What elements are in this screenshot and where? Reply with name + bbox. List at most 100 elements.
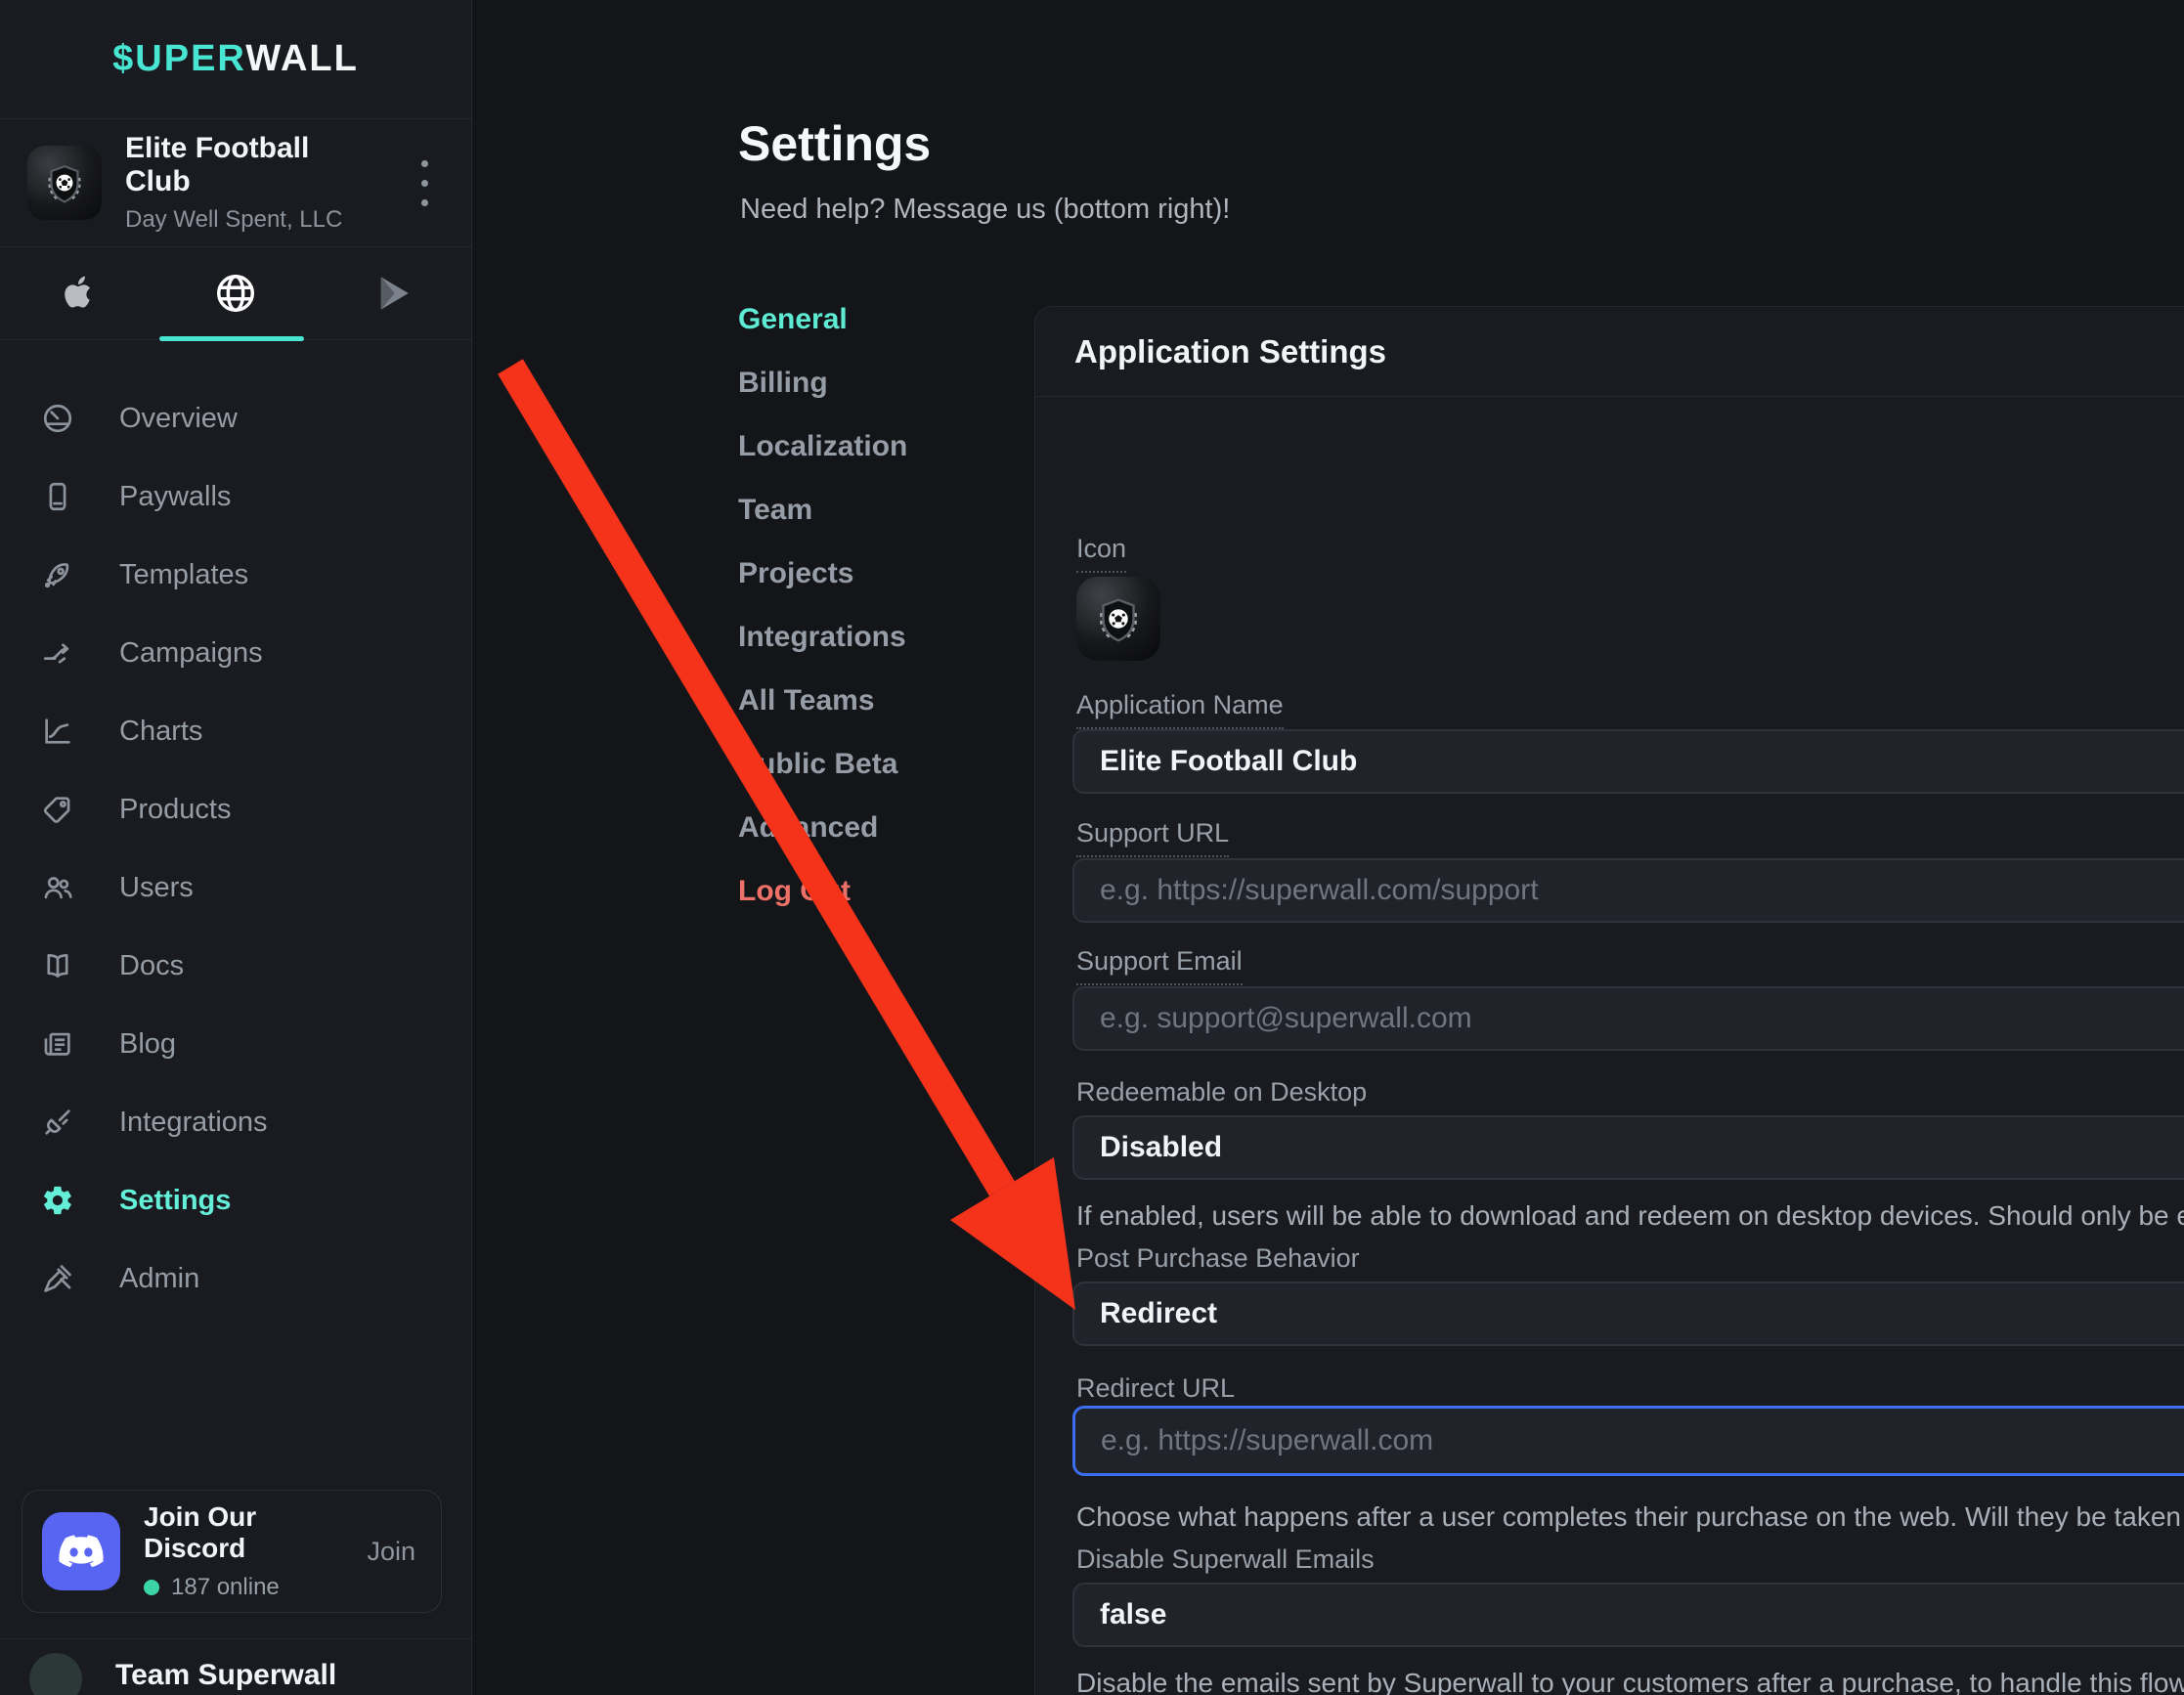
subnav-general[interactable]: General xyxy=(738,303,907,367)
sidebar-item-overview[interactable]: Overview xyxy=(0,379,471,457)
redeemable-on-desktop-select[interactable]: Disabled xyxy=(1072,1115,2184,1180)
online-dot-icon xyxy=(144,1580,159,1595)
phone-icon xyxy=(39,478,76,515)
sidebar-item-blog[interactable]: Blog xyxy=(0,1005,471,1083)
workspace-switcher[interactable]: Elite Football Club Day Well Spent, LLC xyxy=(0,119,471,247)
team-avatar xyxy=(29,1653,82,1695)
sidebar-item-label: Templates xyxy=(119,559,248,591)
plug-icon xyxy=(39,1104,76,1141)
sidebar-item-templates[interactable]: Templates xyxy=(0,536,471,614)
support-url-label: Support URL xyxy=(1076,818,1229,857)
disable-emails-helper-text: Disable the emails sent by Superwall to … xyxy=(1076,1668,2184,1695)
sidebar-item-docs[interactable]: Docs xyxy=(0,927,471,1005)
sidebar-spacer xyxy=(0,1318,471,1490)
rocket-icon xyxy=(39,556,76,593)
logo-area: $UPERWALL xyxy=(0,0,471,119)
sidebar-item-label: Overview xyxy=(119,403,238,435)
tag-icon xyxy=(39,791,76,828)
subnav-projects[interactable]: Projects xyxy=(738,557,907,621)
subnav-public-beta[interactable]: Public Beta xyxy=(738,748,907,811)
redeemable-on-desktop-label: Redeemable on Desktop xyxy=(1076,1077,1367,1108)
discord-banner[interactable]: Join Our Discord 187 online Join xyxy=(22,1490,442,1613)
page-title: Settings xyxy=(738,115,931,172)
redirect-url-helper-text: Choose what happens after a user complet… xyxy=(1076,1501,2184,1533)
discord-logo-icon xyxy=(58,1534,105,1569)
football-club-emblem-icon xyxy=(1088,588,1149,649)
google-play-icon xyxy=(372,273,414,314)
online-count: 187 online xyxy=(171,1574,280,1601)
sidebar-item-charts[interactable]: Charts xyxy=(0,692,471,770)
apple-icon xyxy=(57,272,100,315)
application-name-label: Application Name xyxy=(1076,690,1284,729)
tab-android[interactable] xyxy=(314,247,471,339)
redeemable-helper-text: If enabled, users will be able to downlo… xyxy=(1076,1200,2184,1232)
sidebar-item-label: Paywalls xyxy=(119,481,231,513)
sidebar-item-label: Campaigns xyxy=(119,637,263,670)
superwall-dashboard: $UPERWALL Elite Football Club xyxy=(0,0,2184,1695)
panel-header: Application Settings xyxy=(1035,307,2184,397)
disable-superwall-emails-select[interactable]: false xyxy=(1072,1583,2184,1647)
gear-icon xyxy=(39,1182,76,1219)
sidebar-item-label: Admin xyxy=(119,1263,199,1295)
sidebar: $UPERWALL Elite Football Club xyxy=(0,0,472,1695)
gauge-icon xyxy=(39,400,76,437)
team-name: Team Superwall xyxy=(115,1653,336,1692)
post-purchase-behavior-label: Post Purchase Behavior xyxy=(1076,1243,1360,1274)
sidebar-item-campaigns[interactable]: Campaigns xyxy=(0,614,471,692)
discord-online-status: 187 online xyxy=(144,1574,343,1601)
subnav-log-out[interactable]: Log Out xyxy=(738,875,907,938)
support-email-label: Support Email xyxy=(1076,946,1243,985)
sidebar-item-admin[interactable]: Admin xyxy=(0,1239,471,1318)
sidebar-item-paywalls[interactable]: Paywalls xyxy=(0,457,471,536)
icon-label: Icon xyxy=(1076,534,1126,573)
workspace-meta: Elite Football Club Day Well Spent, LLC xyxy=(125,132,381,234)
sidebar-item-label: Docs xyxy=(119,950,184,982)
redirect-url-label: Redirect URL xyxy=(1076,1373,1235,1404)
tab-web[interactable] xyxy=(157,247,315,339)
logo-teal-text: $UPER xyxy=(112,38,245,79)
discord-join-button[interactable]: Join xyxy=(367,1537,415,1567)
redirect-url-input[interactable] xyxy=(1072,1406,2184,1476)
sidebar-item-label: Settings xyxy=(119,1185,231,1217)
settings-subnav: General Billing Localization Team Projec… xyxy=(738,303,907,938)
subnav-localization[interactable]: Localization xyxy=(738,430,907,494)
tab-apple[interactable] xyxy=(0,247,157,339)
application-name-input[interactable] xyxy=(1072,729,2184,794)
discord-title: Join Our Discord xyxy=(144,1501,343,1564)
workspace-app-icon xyxy=(27,146,102,220)
sidebar-item-label: Users xyxy=(119,872,194,904)
post-purchase-behavior-select[interactable]: Redirect xyxy=(1072,1282,2184,1346)
subnav-team[interactable]: Team xyxy=(738,494,907,557)
discord-icon xyxy=(42,1512,120,1590)
sidebar-item-integrations[interactable]: Integrations xyxy=(0,1083,471,1161)
active-tab-underline xyxy=(159,336,304,341)
globe-icon xyxy=(213,271,258,316)
subnav-all-teams[interactable]: All Teams xyxy=(738,684,907,748)
support-email-input[interactable] xyxy=(1072,986,2184,1051)
panel-body: Icon Application Name xyxy=(1035,397,2184,1695)
team-account-row[interactable]: Team Superwall xyxy=(0,1638,471,1695)
subnav-advanced[interactable]: Advanced xyxy=(738,811,907,875)
application-icon-upload[interactable] xyxy=(1076,577,1160,661)
subnav-integrations[interactable]: Integrations xyxy=(738,621,907,684)
sidebar-item-products[interactable]: Products xyxy=(0,770,471,848)
application-settings-panel: Application Settings Icon xyxy=(1034,306,2184,1695)
main-content: Settings Need help? Message us (bottom r… xyxy=(473,0,2184,1695)
workspace-name: Elite Football Club xyxy=(125,132,381,198)
disable-superwall-emails-label: Disable Superwall Emails xyxy=(1076,1544,1375,1575)
sidebar-item-label: Products xyxy=(119,794,231,826)
workspace-company: Day Well Spent, LLC xyxy=(125,206,381,234)
subnav-billing[interactable]: Billing xyxy=(738,367,907,430)
split-arrow-icon xyxy=(39,634,76,672)
sidebar-item-label: Blog xyxy=(119,1028,176,1061)
book-icon xyxy=(39,947,76,984)
sidebar-item-label: Integrations xyxy=(119,1107,268,1139)
football-club-emblem-icon xyxy=(38,156,91,209)
sidebar-item-users[interactable]: Users xyxy=(0,848,471,927)
sidebar-item-settings[interactable]: Settings xyxy=(0,1161,471,1239)
sidebar-nav: Overview Paywalls Templates Campaigns xyxy=(0,340,471,1318)
support-url-input[interactable] xyxy=(1072,858,2184,923)
chart-icon xyxy=(39,713,76,750)
workspace-menu-kebab-icon[interactable] xyxy=(405,160,444,206)
users-icon xyxy=(39,869,76,906)
